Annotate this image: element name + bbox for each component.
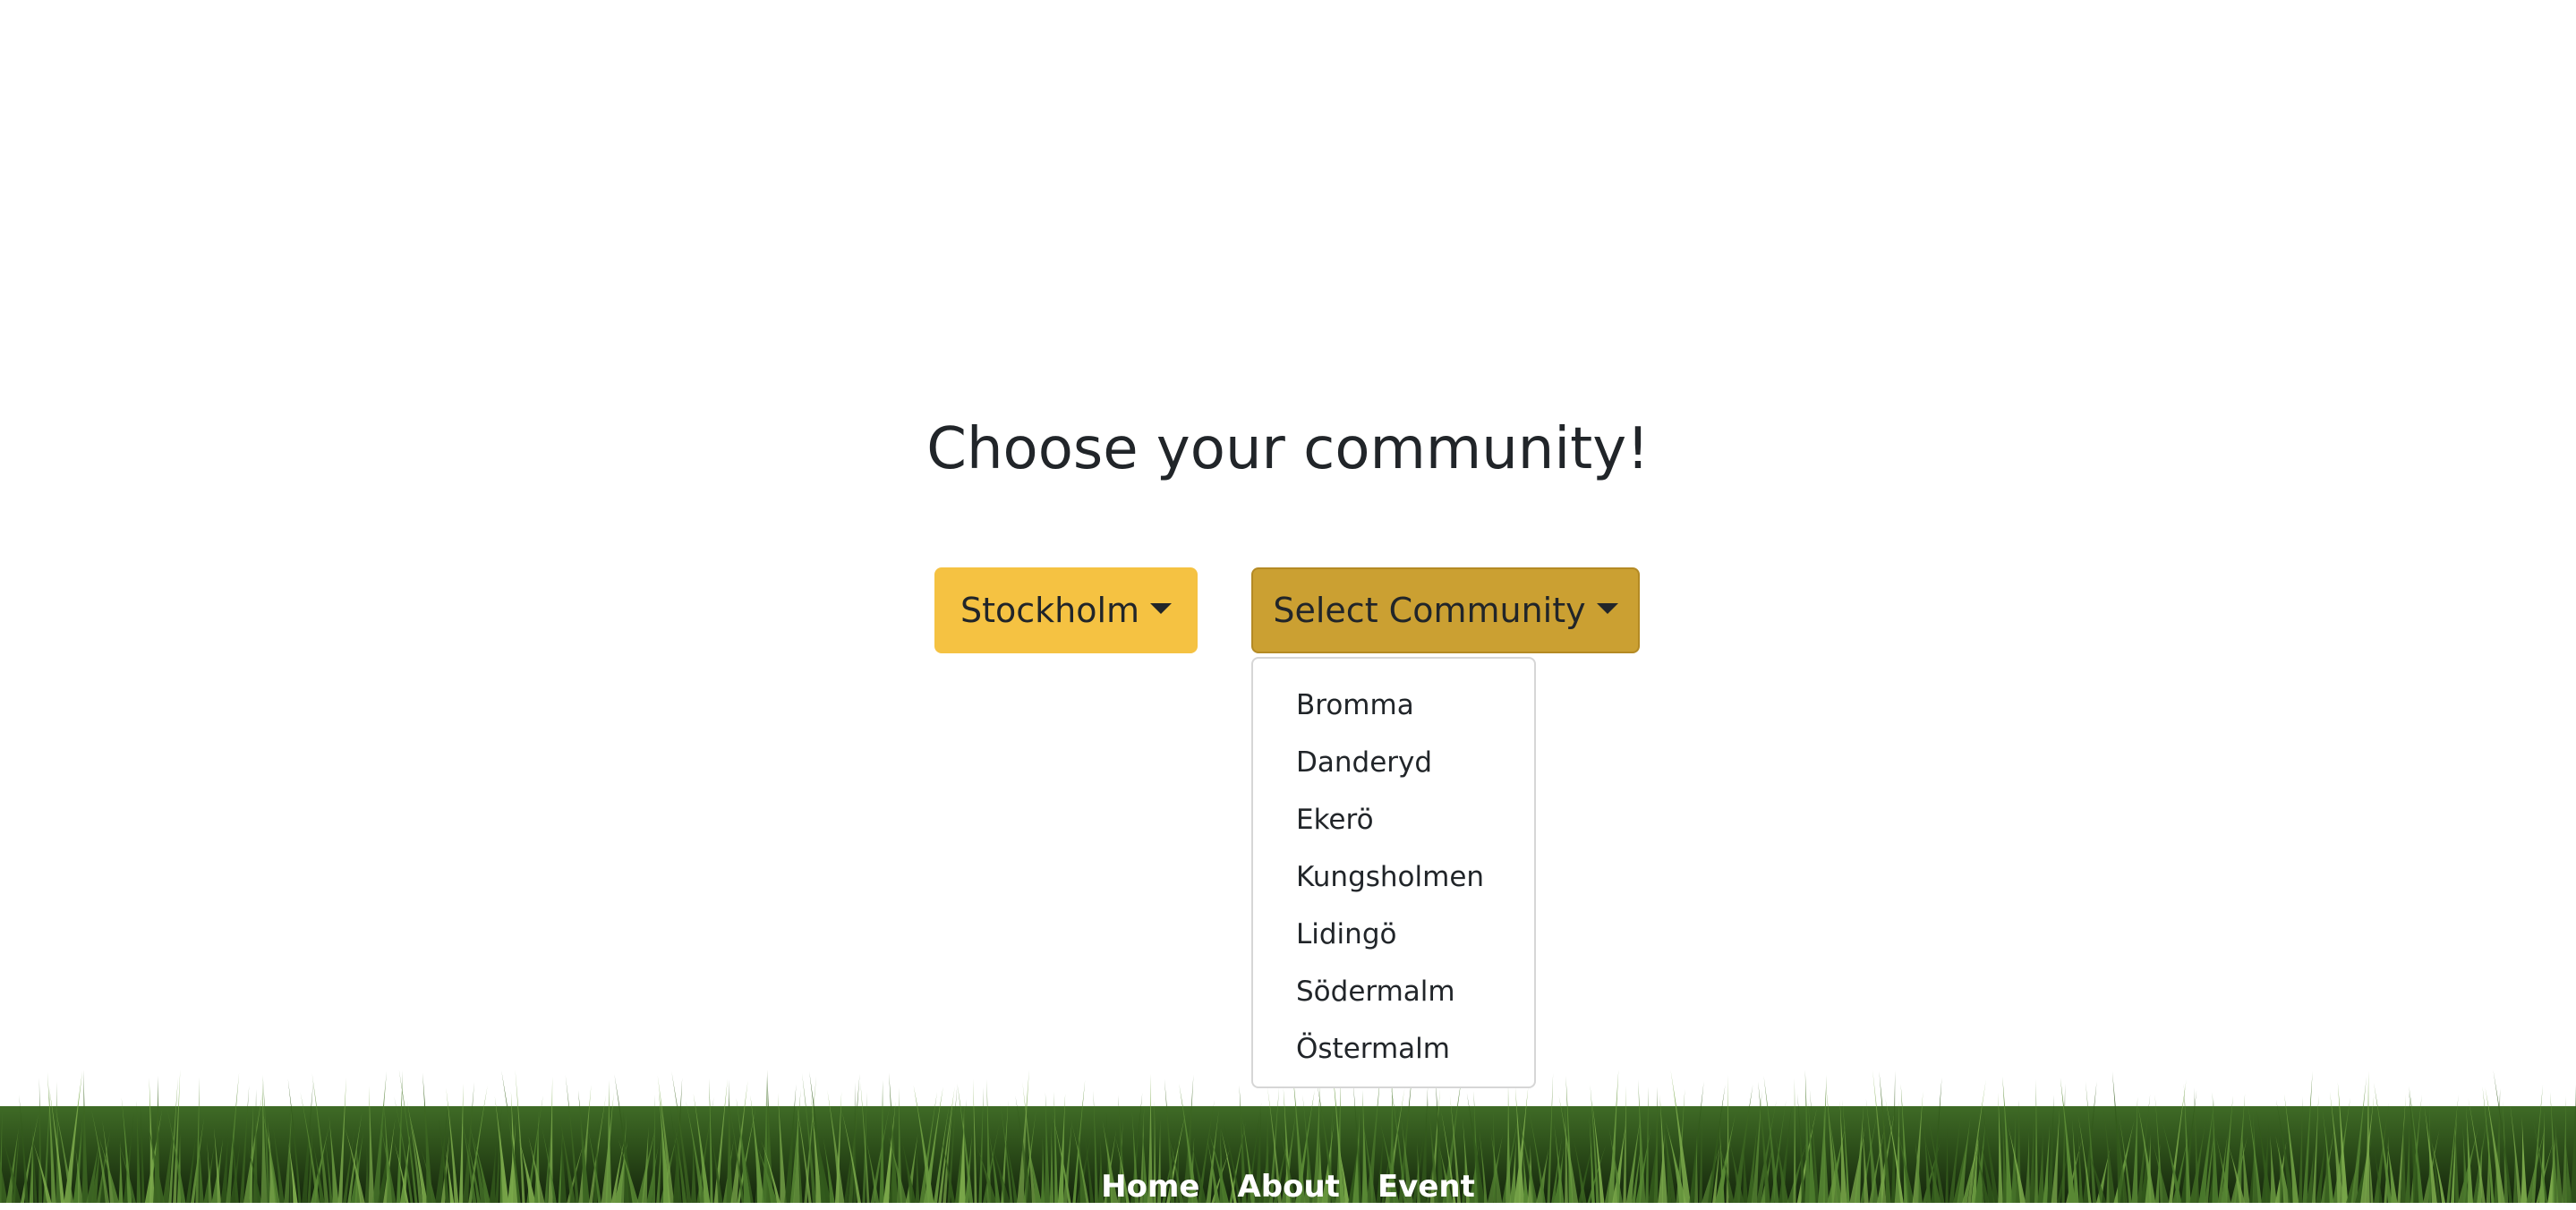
caret-down-icon <box>1596 603 1618 614</box>
footer-link-event[interactable]: Event <box>1378 1163 1475 1205</box>
footer-link-home[interactable]: Home <box>1101 1163 1199 1205</box>
footer-nav: Home About Event <box>0 1163 2576 1205</box>
dropdown-item-bromma[interactable]: Bromma <box>1253 677 1534 734</box>
dropdown-item-danderyd[interactable]: Danderyd <box>1253 734 1534 791</box>
dropdown-item-sodermalm[interactable]: Södermalm <box>1253 963 1534 1020</box>
dropdown-item-kungsholmen[interactable]: Kungsholmen <box>1253 848 1534 906</box>
community-dropdown-button[interactable]: Select Community <box>1251 567 1640 653</box>
page-title: Choose your community! <box>926 416 1650 482</box>
dropdown-item-ekero[interactable]: Ekerö <box>1253 791 1534 848</box>
footer-link-about[interactable]: About <box>1237 1163 1339 1205</box>
community-dropdown-menu: Bromma Danderyd Ekerö Kungsholmen Liding… <box>1251 657 1536 1088</box>
dropdown-item-ostermalm[interactable]: Östermalm <box>1253 1020 1534 1078</box>
dropdown-item-lidingo[interactable]: Lidingö <box>1253 906 1534 963</box>
community-dropdown-label: Select Community <box>1273 591 1586 630</box>
city-dropdown-button[interactable]: Stockholm <box>934 567 1198 653</box>
caret-down-icon <box>1150 603 1173 614</box>
city-dropdown-label: Stockholm <box>960 591 1140 630</box>
